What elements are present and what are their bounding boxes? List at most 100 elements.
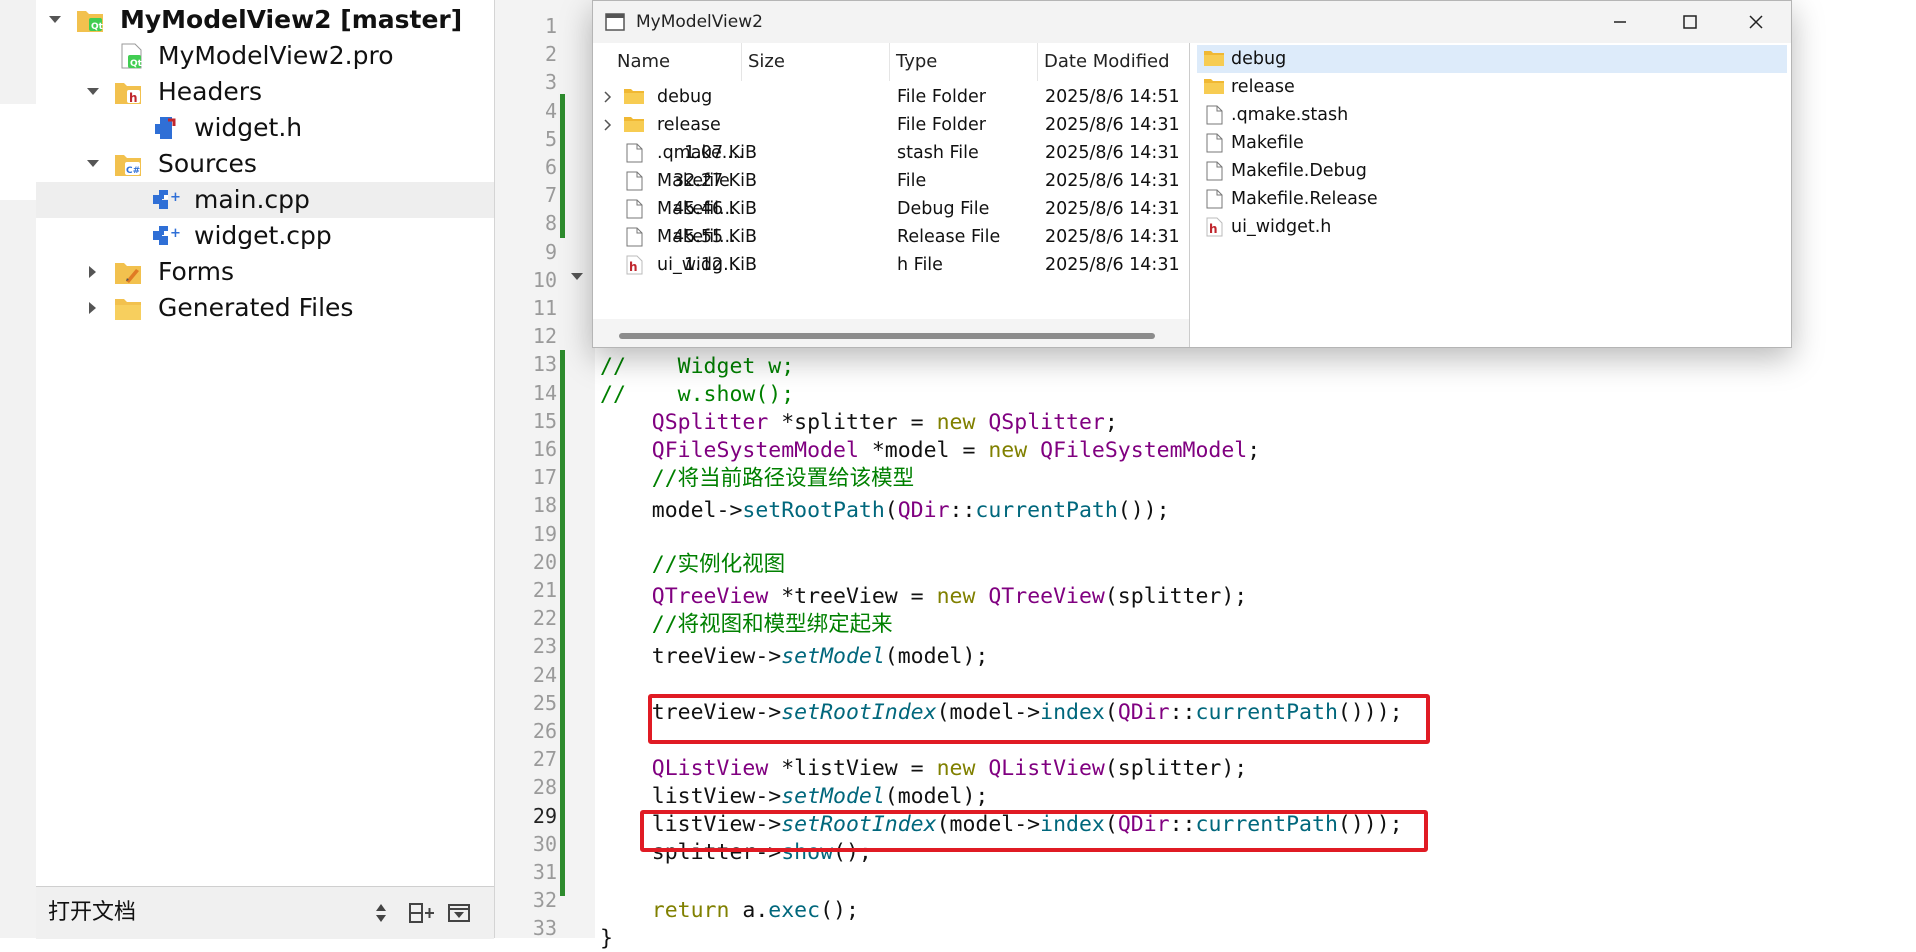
line-number: 10 bbox=[532, 267, 557, 292]
column-header-name[interactable]: Name bbox=[611, 43, 741, 81]
sort-updown-icon[interactable] bbox=[368, 899, 394, 927]
list-item-label: release bbox=[1231, 77, 1295, 97]
list-item-label: debug bbox=[1231, 49, 1287, 69]
tree-item-pro-file[interactable]: Qt MyModelView2.pro bbox=[36, 38, 494, 74]
cell-type: h File bbox=[897, 255, 943, 275]
list-view-item[interactable]: Makefile.Debug bbox=[1197, 157, 1787, 185]
tree-item-generated-files[interactable]: Generated Files bbox=[36, 290, 494, 326]
chevron-down-icon[interactable] bbox=[80, 74, 106, 110]
list-item-label: .qmake.stash bbox=[1231, 105, 1349, 125]
open-documents-bar: 打开文档 bbox=[36, 886, 494, 939]
cell-size: 1.07 KiB bbox=[684, 143, 757, 163]
tree-view-row[interactable]: Makefile 32.27 KiB File 2025/8/6 14:31 bbox=[593, 167, 1189, 195]
svg-text:Qt: Qt bbox=[91, 22, 104, 32]
code-line-13: // Widget w; bbox=[600, 354, 795, 379]
header-file-icon: h bbox=[1203, 217, 1225, 237]
tree-item-project-root[interactable]: Qt MyModelView2 [master] bbox=[36, 2, 494, 38]
forms-folder-icon bbox=[114, 259, 142, 285]
code-line-14: // w.show(); bbox=[600, 382, 795, 407]
code-line-27: QListView *listView = new QListView(spli… bbox=[651, 756, 1248, 781]
forms-label: Forms bbox=[158, 257, 235, 286]
tree-view-row[interactable]: debug File Folder 2025/8/6 14:51 bbox=[593, 83, 1189, 111]
list-view-item[interactable]: h ui_widget.h bbox=[1197, 213, 1787, 241]
line-number: 6 bbox=[544, 155, 557, 179]
left-mode-strip bbox=[0, 0, 37, 938]
chevron-down-icon[interactable] bbox=[42, 2, 68, 38]
cell-type: File bbox=[897, 171, 927, 191]
list-view-item[interactable]: .qmake.stash bbox=[1197, 101, 1787, 129]
column-header-date[interactable]: Date Modified bbox=[1037, 43, 1189, 81]
chevron-right-icon[interactable] bbox=[80, 254, 106, 290]
folder-icon bbox=[114, 295, 142, 321]
cell-type: Debug File bbox=[897, 199, 990, 219]
code-line-28: listView->setModel(model); bbox=[651, 784, 989, 809]
list-view-item[interactable]: debug bbox=[1197, 45, 1787, 73]
svg-text:h: h bbox=[629, 260, 638, 274]
cell-type: Release File bbox=[897, 227, 1001, 247]
generated-files-label: Generated Files bbox=[158, 293, 354, 322]
horizontal-scrollbar[interactable] bbox=[619, 333, 1155, 339]
close-pane-icon[interactable] bbox=[446, 899, 472, 927]
line-number: 30 bbox=[532, 831, 557, 856]
column-header-size[interactable]: Size bbox=[741, 43, 889, 81]
header-file-icon bbox=[152, 115, 180, 141]
svg-text:Qt: Qt bbox=[130, 59, 143, 69]
code-line-17: //将当前路径设置给该模型 bbox=[651, 466, 915, 491]
chevron-right-icon[interactable] bbox=[603, 90, 613, 104]
line-number: 20 bbox=[532, 549, 557, 574]
tree-item-widget-cpp[interactable]: + widget.cpp bbox=[36, 218, 494, 254]
tree-view-row[interactable]: Makefil... 45.46 KiB Debug File 2025/8/6 14… bbox=[593, 195, 1189, 223]
tree-view-row[interactable]: Makefil... 45.55 KiB Release File 2025/8/6 … bbox=[593, 223, 1189, 251]
tree-item-main-cpp[interactable]: + main.cpp bbox=[36, 182, 494, 218]
tree-view-row[interactable]: release File Folder 2025/8/6 14:31 bbox=[593, 111, 1189, 139]
line-number: 1 bbox=[544, 14, 557, 38]
tree-view-row[interactable]: h ui_widg... 1.12 KiB h File 2025/8/6 14:31 bbox=[593, 251, 1189, 279]
line-number: 28 bbox=[532, 775, 557, 800]
line-number: 15 bbox=[532, 408, 557, 433]
maximize-icon[interactable] bbox=[1655, 1, 1725, 43]
code-line-22: //将视图和模型绑定起来 bbox=[651, 612, 893, 637]
svg-text:+: + bbox=[170, 226, 181, 241]
line-number: 24 bbox=[532, 662, 557, 687]
minimize-icon[interactable] bbox=[1585, 1, 1655, 43]
list-item-label: Makefile.Debug bbox=[1231, 161, 1367, 181]
file-icon bbox=[1203, 189, 1225, 209]
line-number: 16 bbox=[532, 437, 557, 461]
chevron-right-icon[interactable] bbox=[603, 118, 613, 132]
list-view-item[interactable]: Makefile.Release bbox=[1197, 185, 1787, 213]
list-item-label: Makefile bbox=[1231, 133, 1304, 153]
line-number: 19 bbox=[532, 521, 557, 546]
list-view-item[interactable]: Makefile bbox=[1197, 129, 1787, 157]
line-number: 4 bbox=[544, 98, 557, 123]
main-cpp-label: main.cpp bbox=[194, 185, 310, 214]
code-line-16: QFileSystemModel *model = new QFileSyste… bbox=[651, 438, 1261, 463]
chevron-right-icon[interactable] bbox=[80, 290, 106, 326]
project-root-label: MyModelView2 [master] bbox=[120, 5, 463, 34]
cell-date: 2025/8/6 14:31 bbox=[1045, 171, 1180, 191]
tree-item-headers[interactable]: h Headers bbox=[36, 74, 494, 110]
headers-label: Headers bbox=[158, 77, 263, 106]
folder-icon bbox=[623, 115, 645, 133]
tree-item-forms[interactable]: Forms bbox=[36, 254, 494, 290]
line-number: 26 bbox=[532, 719, 557, 743]
split-add-icon[interactable] bbox=[408, 899, 434, 927]
cell-date: 2025/8/6 14:31 bbox=[1045, 143, 1180, 163]
close-icon[interactable] bbox=[1721, 1, 1791, 43]
highlight-box bbox=[648, 694, 1430, 744]
cell-date: 2025/8/6 14:31 bbox=[1045, 227, 1180, 247]
file-icon bbox=[623, 171, 645, 191]
chevron-down-icon[interactable] bbox=[80, 146, 106, 182]
project-tree-panel: Qt MyModelView2 [master] Qt MyModelView2… bbox=[36, 0, 495, 939]
line-number: 25 bbox=[532, 690, 557, 715]
list-view[interactable]: debug release .qmake.stash Makefile Makefile… bbox=[1193, 43, 1791, 347]
line-number: 3 bbox=[544, 70, 557, 95]
tree-view-row[interactable]: .qmake.... 1.07 KiB stash File 2025/8/6 14:… bbox=[593, 139, 1189, 167]
cell-date: 2025/8/6 14:31 bbox=[1045, 255, 1180, 275]
list-view-item[interactable]: release bbox=[1197, 73, 1787, 101]
column-header-type[interactable]: Type bbox=[889, 43, 1037, 81]
tree-item-widget-h[interactable]: widget.h bbox=[36, 110, 494, 146]
tree-item-sources[interactable]: C# Sources bbox=[36, 146, 494, 182]
fold-collapse-icon[interactable] bbox=[570, 272, 584, 282]
line-number: 29 bbox=[532, 803, 557, 828]
window-titlebar[interactable]: MyModelView2 bbox=[593, 1, 1791, 43]
